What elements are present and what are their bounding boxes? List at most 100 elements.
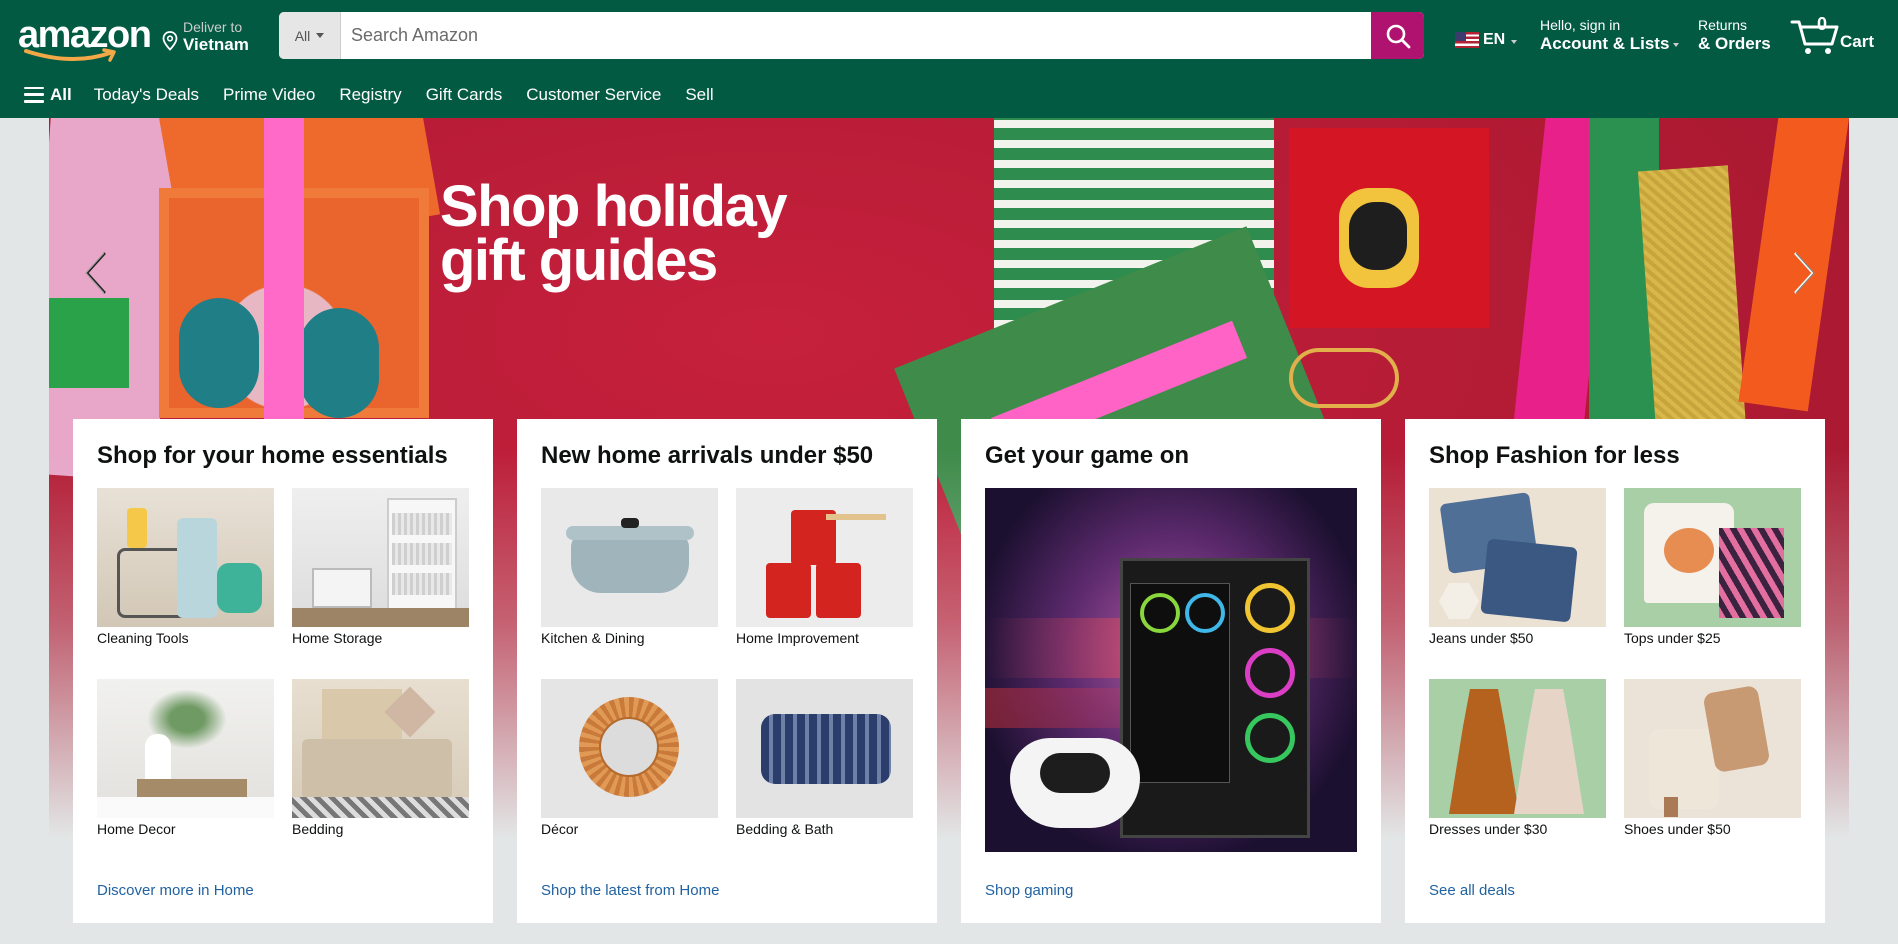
deliver-country: Vietnam bbox=[183, 35, 249, 54]
carousel-prev-button[interactable] bbox=[75, 238, 115, 308]
tile-label: Jeans under $50 bbox=[1429, 630, 1534, 646]
tile-cleaning-tools[interactable]: Cleaning Tools bbox=[97, 488, 274, 646]
card-link[interactable]: See all deals bbox=[1429, 882, 1515, 899]
chevron-left-icon bbox=[85, 252, 106, 294]
hero-title: Shop holiday gift guides bbox=[440, 174, 788, 293]
tile-label: Bedding bbox=[292, 821, 344, 837]
account-menu[interactable]: Hello, sign in Account & Lists bbox=[1540, 17, 1680, 54]
watch-image bbox=[1349, 202, 1407, 270]
tile-bedding-bath[interactable]: Bedding & Bath bbox=[736, 679, 913, 837]
headphones-image bbox=[179, 298, 259, 408]
tile-home-storage[interactable]: Home Storage bbox=[292, 488, 469, 646]
gift-box-image bbox=[49, 298, 129, 388]
tile-bedding[interactable]: Bedding bbox=[292, 679, 469, 837]
sub-navigation: All Today's Deals Prime Video Registry G… bbox=[0, 71, 1898, 118]
tile-jeans[interactable]: Jeans under $50 bbox=[1429, 488, 1606, 646]
cart-icon bbox=[1790, 20, 1839, 54]
scissors-image bbox=[1289, 348, 1399, 408]
home-decor-image bbox=[97, 679, 274, 818]
card-gaming: Get your game on Shop gaming bbox=[961, 419, 1381, 923]
search-category-dropdown[interactable]: All bbox=[279, 12, 341, 59]
tile-kitchen-dining[interactable]: Kitchen & Dining bbox=[541, 488, 718, 646]
bedding-image bbox=[292, 679, 469, 818]
ribbon-image bbox=[264, 118, 304, 438]
cart-button[interactable]: 0 Cart bbox=[1790, 14, 1890, 58]
card-title: Shop for your home essentials bbox=[97, 442, 448, 469]
card-title: Get your game on bbox=[985, 442, 1190, 469]
chevron-down-icon bbox=[1511, 40, 1518, 44]
tile-label: Décor bbox=[541, 821, 579, 837]
nav-gift-cards[interactable]: Gift Cards bbox=[426, 85, 503, 105]
cart-count: 0 bbox=[1817, 14, 1828, 34]
account-greeting: Hello, sign in bbox=[1540, 17, 1621, 33]
decor-image bbox=[541, 679, 718, 818]
jeans-image bbox=[1429, 488, 1606, 627]
cleaning-tools-image bbox=[97, 488, 274, 627]
card-new-home-arrivals: New home arrivals under $50 Kitchen & Di… bbox=[517, 419, 937, 923]
logo-smile-icon bbox=[24, 48, 116, 62]
cart-label: Cart bbox=[1840, 32, 1875, 51]
chevron-right-icon bbox=[1794, 252, 1815, 294]
dresses-image bbox=[1429, 679, 1606, 818]
language-label: EN bbox=[1483, 31, 1506, 48]
card-link[interactable]: Discover more in Home bbox=[97, 882, 254, 899]
bedding-bath-image bbox=[736, 679, 913, 818]
card-link[interactable]: Shop gaming bbox=[985, 882, 1073, 899]
card-link[interactable]: Shop the latest from Home bbox=[541, 882, 719, 899]
search-input[interactable] bbox=[341, 12, 1371, 59]
shoes-image bbox=[1624, 679, 1801, 818]
card-title: Shop Fashion for less bbox=[1429, 442, 1680, 469]
tile-label: Shoes under $50 bbox=[1624, 821, 1731, 837]
kitchen-dining-image bbox=[541, 488, 718, 627]
tops-image bbox=[1624, 488, 1801, 627]
language-selector[interactable]: EN bbox=[1455, 30, 1518, 50]
amazon-logo[interactable]: amazon bbox=[18, 14, 152, 62]
tile-label: Tops under $25 bbox=[1624, 630, 1721, 646]
search-icon bbox=[1386, 24, 1410, 48]
tile-label: Cleaning Tools bbox=[97, 630, 189, 646]
chevron-down-icon bbox=[1673, 42, 1680, 47]
headphones-image bbox=[299, 308, 379, 418]
tile-label: Home Decor bbox=[97, 821, 176, 837]
nav-registry[interactable]: Registry bbox=[339, 85, 401, 105]
carousel-next-button[interactable] bbox=[1785, 238, 1825, 308]
all-menu-button[interactable]: All bbox=[24, 85, 72, 105]
search-bar: All bbox=[279, 12, 1424, 59]
nav-todays-deals[interactable]: Today's Deals bbox=[94, 85, 199, 105]
tile-home-improvement[interactable]: Home Improvement bbox=[736, 488, 913, 646]
account-lists-label: Account & Lists bbox=[1540, 34, 1670, 53]
card-title: New home arrivals under $50 bbox=[541, 442, 874, 469]
tile-shoes[interactable]: Shoes under $50 bbox=[1624, 679, 1801, 837]
tile-home-decor[interactable]: Home Decor bbox=[97, 679, 274, 837]
us-flag-icon bbox=[1455, 32, 1479, 48]
tile-label: Dresses under $30 bbox=[1429, 821, 1548, 837]
deliver-label: Deliver to bbox=[183, 19, 243, 35]
tile-dresses[interactable]: Dresses under $30 bbox=[1429, 679, 1606, 837]
gaming-pc-image[interactable] bbox=[985, 488, 1357, 852]
tile-label: Bedding & Bath bbox=[736, 821, 834, 837]
nav-customer-service[interactable]: Customer Service bbox=[526, 85, 661, 105]
card-fashion: Shop Fashion for less Jeans under $50 To… bbox=[1405, 419, 1825, 923]
search-category-label: All bbox=[294, 27, 311, 44]
search-button[interactable] bbox=[1371, 12, 1424, 59]
returns-label: Returns bbox=[1698, 17, 1748, 33]
tile-label: Home Storage bbox=[292, 630, 383, 646]
home-improvement-image bbox=[736, 488, 913, 627]
tile-tops[interactable]: Tops under $25 bbox=[1624, 488, 1801, 646]
card-home-essentials: Shop for your home essentials Cleaning T… bbox=[73, 419, 493, 923]
location-pin-icon bbox=[162, 31, 178, 51]
nav-sell[interactable]: Sell bbox=[685, 85, 713, 105]
home-storage-image bbox=[292, 488, 469, 627]
tile-label: Home Improvement bbox=[736, 630, 859, 646]
deliver-to[interactable]: Deliver to Vietnam bbox=[162, 17, 262, 57]
card-tile-grid: Jeans under $50 Tops under $25 Dresses u… bbox=[1429, 488, 1801, 838]
card-tile-grid: Cleaning Tools Home Storage Home Decor B… bbox=[97, 488, 469, 838]
returns-orders[interactable]: Returns & Orders bbox=[1698, 17, 1771, 54]
card-tile-grid: Kitchen & Dining Home Improvement Décor … bbox=[541, 488, 913, 838]
hamburger-menu-icon bbox=[24, 86, 44, 103]
top-header: amazon Deliver to Vietnam All EN bbox=[0, 0, 1898, 71]
nav-prime-video[interactable]: Prime Video bbox=[223, 85, 315, 105]
orders-label: & Orders bbox=[1698, 34, 1771, 53]
tile-label: Kitchen & Dining bbox=[541, 630, 645, 646]
tile-decor[interactable]: Décor bbox=[541, 679, 718, 837]
